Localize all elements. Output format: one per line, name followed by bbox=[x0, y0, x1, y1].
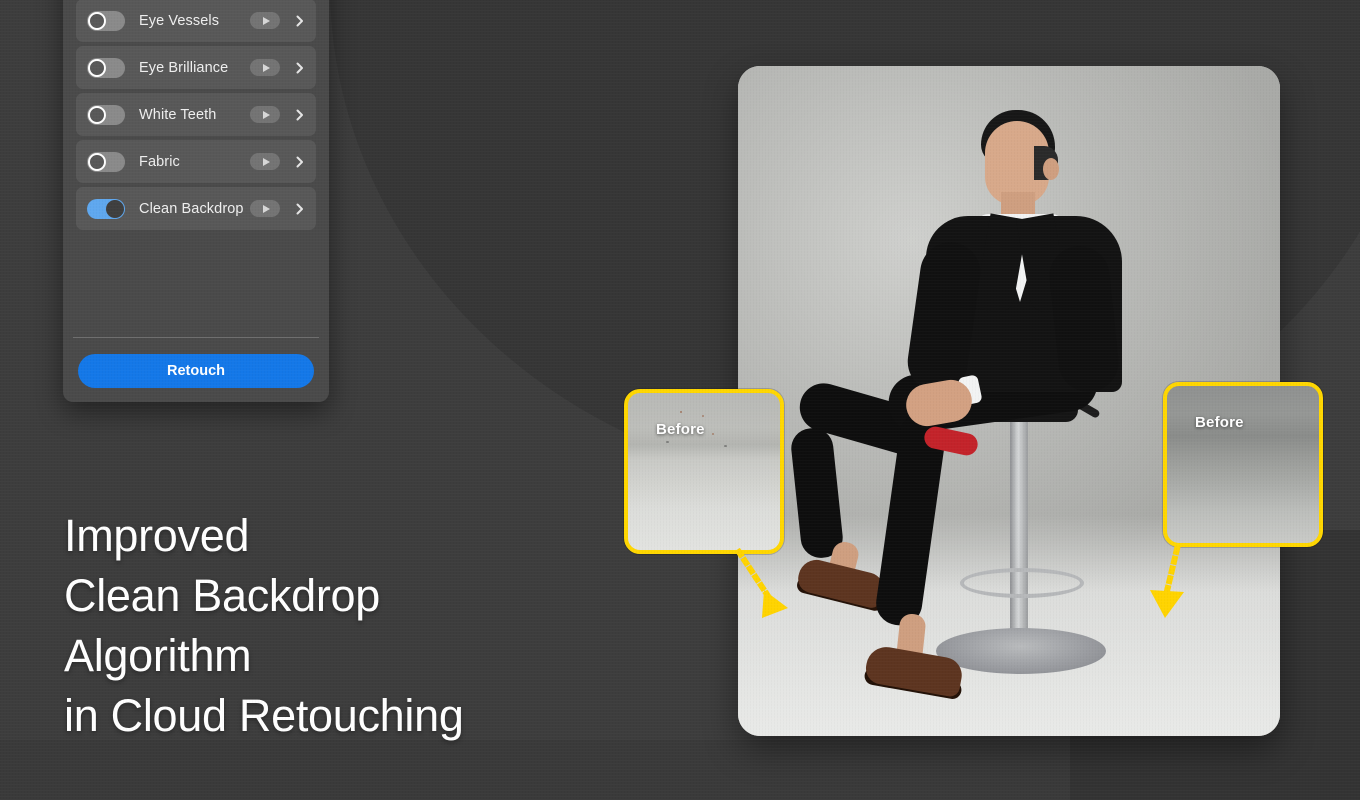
headline-line-2: Clean Backdrop bbox=[64, 570, 380, 621]
panel-bottom-padding bbox=[76, 388, 316, 402]
stool-base bbox=[936, 628, 1106, 674]
play-icon-white-teeth[interactable] bbox=[250, 106, 280, 123]
chevron-right-icon-clean-backdrop[interactable] bbox=[294, 203, 306, 215]
feature-row-clean-backdrop[interactable]: Clean Backdrop bbox=[76, 187, 316, 230]
subject-ear bbox=[1043, 158, 1059, 180]
callout-before-right: Before bbox=[1163, 382, 1323, 547]
toggle-white-teeth[interactable] bbox=[87, 104, 125, 125]
feature-list: Skin Tone Eye Vessels Eye Brilliance bbox=[76, 0, 316, 230]
backdrop-blemish bbox=[724, 445, 727, 447]
page-title: Improved Clean Backdrop Algorithm in Clo… bbox=[64, 506, 664, 746]
feature-row-eye-brilliance[interactable]: Eye Brilliance bbox=[76, 46, 316, 89]
feature-label-fabric: Fabric bbox=[139, 153, 180, 170]
headline-line-4: in Cloud Retouching bbox=[64, 690, 464, 741]
toggle-knob bbox=[106, 199, 124, 218]
chevron-right-icon-white-teeth[interactable] bbox=[294, 109, 306, 121]
play-icon bbox=[262, 63, 270, 72]
retouch-settings-panel: Skin Tone Eye Vessels Eye Brilliance bbox=[63, 0, 329, 402]
feature-label-eye-brilliance: Eye Brilliance bbox=[139, 59, 229, 76]
play-icon bbox=[262, 16, 270, 25]
callout-label-right: Before bbox=[1195, 414, 1244, 431]
stool-footrest-ring bbox=[960, 568, 1084, 598]
chevron-right-icon-eye-brilliance[interactable] bbox=[294, 62, 306, 74]
toggle-clean-backdrop[interactable] bbox=[87, 198, 125, 219]
feature-label-clean-backdrop: Clean Backdrop bbox=[139, 200, 244, 217]
retouch-button[interactable]: Retouch bbox=[78, 354, 314, 388]
feature-row-fabric[interactable]: Fabric bbox=[76, 140, 316, 183]
backdrop-blemish bbox=[712, 433, 714, 435]
feature-row-eye-vessels[interactable]: Eye Vessels bbox=[76, 0, 316, 42]
backdrop-blemish bbox=[702, 415, 704, 417]
panel-spacer bbox=[76, 230, 316, 337]
play-icon-eye-vessels[interactable] bbox=[250, 12, 280, 29]
play-icon-fabric[interactable] bbox=[250, 153, 280, 170]
backdrop-blemish bbox=[666, 441, 669, 443]
backdrop-blemish bbox=[680, 411, 682, 413]
background-bottom-band bbox=[0, 740, 1360, 800]
toggle-knob bbox=[88, 105, 106, 124]
toggle-knob bbox=[88, 152, 106, 171]
feature-row-white-teeth[interactable]: White Teeth bbox=[76, 93, 316, 136]
callout-label-left: Before bbox=[656, 421, 705, 438]
feature-label-eye-vessels: Eye Vessels bbox=[139, 12, 220, 29]
play-icon bbox=[262, 110, 270, 119]
stool-post bbox=[1010, 418, 1028, 634]
toggle-eye-brilliance[interactable] bbox=[87, 57, 125, 78]
promo-banner: Skin Tone Eye Vessels Eye Brilliance bbox=[0, 0, 1360, 800]
toggle-eye-vessels[interactable] bbox=[87, 10, 125, 31]
toggle-knob bbox=[88, 11, 106, 30]
callout-before-left: Before bbox=[624, 389, 784, 554]
feature-label-white-teeth: White Teeth bbox=[139, 106, 217, 123]
chevron-right-icon-eye-vessels[interactable] bbox=[294, 15, 306, 27]
toggle-knob bbox=[88, 58, 106, 77]
toggle-fabric[interactable] bbox=[87, 151, 125, 172]
play-icon-eye-brilliance[interactable] bbox=[250, 59, 280, 76]
play-icon bbox=[262, 157, 270, 166]
chevron-right-icon-fabric[interactable] bbox=[294, 156, 306, 168]
panel-divider bbox=[73, 337, 319, 338]
play-icon-clean-backdrop[interactable] bbox=[250, 200, 280, 217]
play-icon bbox=[262, 204, 270, 213]
headline-line-1: Improved bbox=[64, 510, 250, 561]
headline-line-3: Algorithm bbox=[64, 630, 252, 681]
